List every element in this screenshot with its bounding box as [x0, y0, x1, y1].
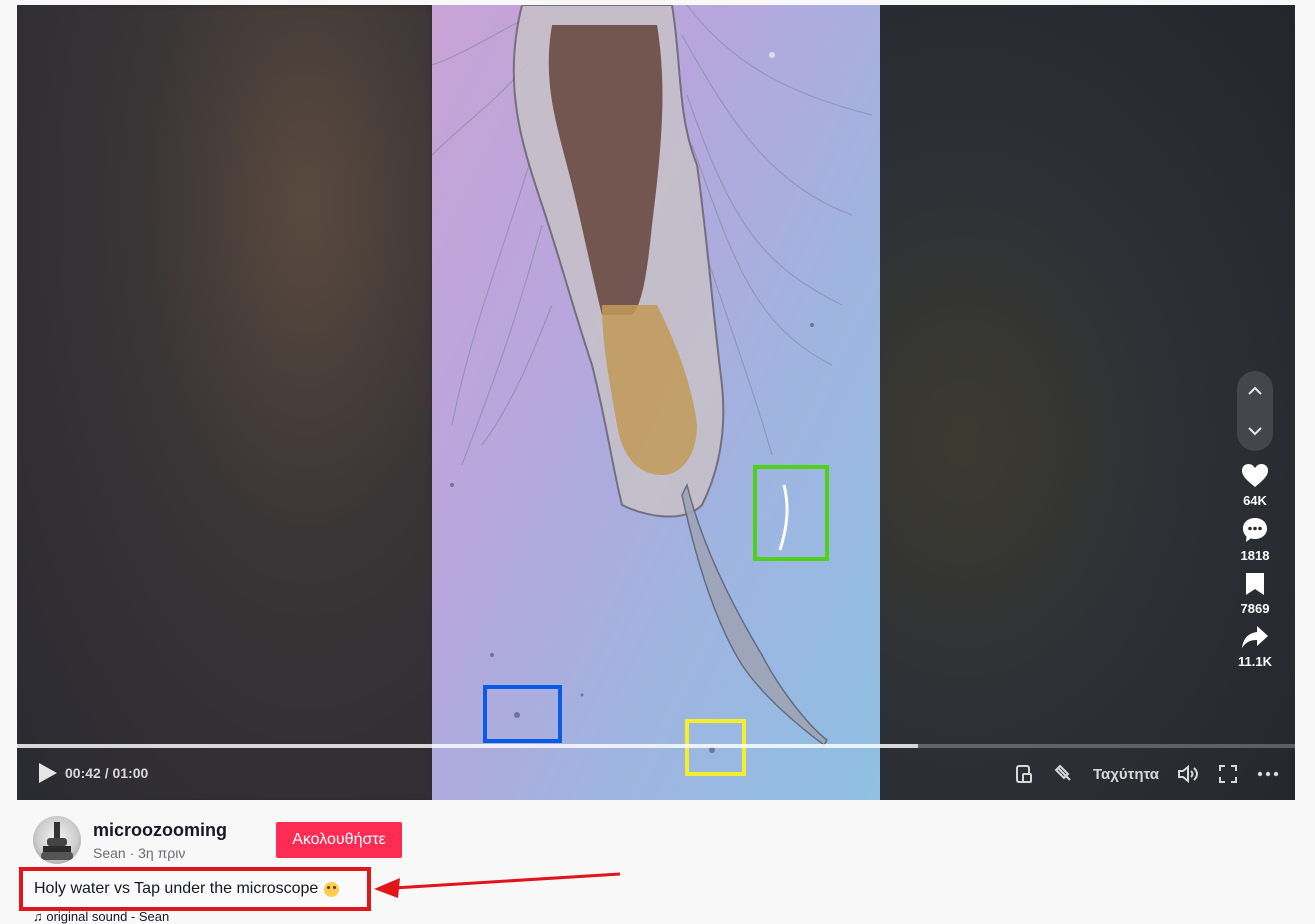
like-button[interactable]: 64K	[1241, 463, 1269, 508]
bookmark-count: 7869	[1240, 601, 1270, 616]
annotation-box-blue	[483, 685, 562, 743]
video-frame[interactable]	[432, 5, 880, 800]
progress-fill	[17, 744, 918, 748]
blurred-background-right	[880, 5, 1295, 800]
chevron-up-icon[interactable]	[1247, 386, 1263, 396]
miniplayer-icon[interactable]	[1013, 763, 1035, 785]
floating-icon[interactable]	[1053, 763, 1075, 785]
more-icon[interactable]	[1257, 763, 1279, 785]
play-icon[interactable]	[39, 763, 57, 783]
action-column: 64K 1818 7869 11.1K	[1230, 463, 1280, 677]
annotation-box-green	[753, 465, 829, 561]
share-count: 11.1K	[1238, 654, 1272, 669]
comment-button[interactable]: 1818	[1240, 516, 1270, 563]
arrow-annotation	[374, 872, 621, 898]
bookmark-icon	[1245, 573, 1264, 595]
fullscreen-icon[interactable]	[1217, 763, 1239, 785]
author-username[interactable]: microozooming	[93, 820, 227, 841]
blurred-background-left	[17, 5, 432, 800]
caption-text: Holy water vs Tap under the microscope	[34, 880, 319, 897]
progress-bar[interactable]	[17, 744, 1295, 748]
speed-button[interactable]: Ταχύτητα	[1093, 766, 1159, 783]
chevron-down-icon[interactable]	[1247, 426, 1263, 436]
caption-highlight-box: Holy water vs Tap under the microscope	[19, 867, 371, 911]
comment-icon	[1242, 518, 1267, 542]
volume-icon[interactable]	[1177, 763, 1199, 785]
heart-icon	[1242, 464, 1268, 487]
share-icon	[1241, 626, 1268, 648]
playback-controls: 00:42 / 01:00	[39, 763, 148, 783]
share-button[interactable]: 11.1K	[1238, 624, 1272, 669]
player-toolbar: Ταχύτητα	[1013, 763, 1279, 785]
video-navigation	[1237, 371, 1273, 451]
comment-count: 1818	[1240, 548, 1270, 563]
avatar[interactable]	[33, 816, 81, 864]
microscope-avatar-image	[41, 822, 73, 860]
time-display: 00:42 / 01:00	[65, 765, 149, 781]
video-player[interactable]: 00:42 / 01:00 Ταχύτητα 64K 1818 7869 11.…	[17, 5, 1295, 800]
author-subline: Sean · 3η πριν	[93, 845, 186, 861]
follow-button[interactable]: Ακολουθήστε	[276, 822, 402, 858]
flushed-face-emoji-icon	[324, 881, 340, 897]
microscope-image	[432, 5, 873, 753]
bookmark-button[interactable]: 7869	[1240, 571, 1270, 616]
like-count: 64K	[1243, 493, 1267, 508]
